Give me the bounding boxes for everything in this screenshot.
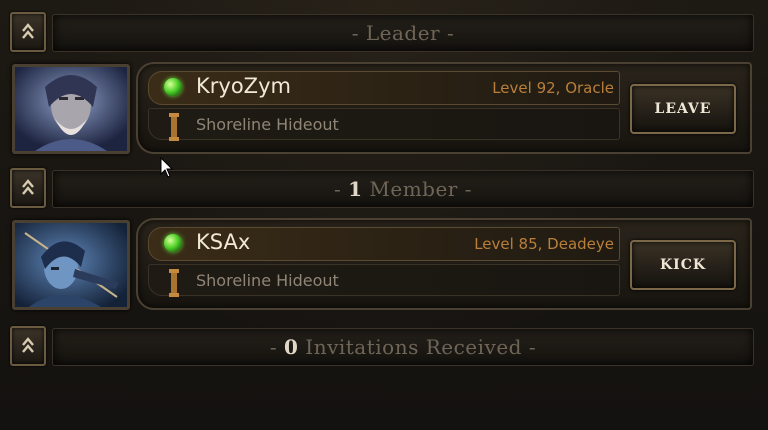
leader-section-header: - Leader - (8, 8, 754, 54)
deadeye-portrait-image (15, 223, 127, 307)
leader-name[interactable]: KryoZym (196, 74, 291, 98)
party-panel: - Leader - KryoZym Level 92, Oracle Shor… (0, 0, 768, 430)
chevron-up-icon (22, 23, 34, 39)
leader-row: KryoZym Level 92, Oracle Shoreline Hideo… (8, 62, 754, 156)
location-badge-icon (169, 269, 179, 297)
leader-portrait[interactable] (12, 64, 130, 154)
collapse-members-button[interactable] (10, 168, 46, 208)
leave-button[interactable]: LEAVE (630, 84, 736, 134)
chevron-up-icon (22, 337, 34, 353)
invitations-section-label: Invitations Received (305, 335, 522, 359)
member-name[interactable]: KSAx (196, 230, 250, 254)
chevron-up-icon (22, 179, 34, 195)
members-section-title: - 1 Member - (52, 170, 754, 208)
leader-section-title: - Leader - (52, 14, 754, 52)
leader-info-card: KryoZym Level 92, Oracle Shoreline Hideo… (136, 62, 752, 154)
invitations-section-header: - 0 Invitations Received - (8, 322, 754, 368)
mouse-cursor-icon (160, 157, 174, 178)
online-status-icon (164, 78, 182, 96)
members-count: 1 (348, 177, 363, 201)
invitations-count: 0 (284, 335, 299, 359)
members-section-label: Member (369, 177, 458, 201)
member-portrait[interactable] (12, 220, 130, 310)
collapse-invitations-button[interactable] (10, 326, 46, 366)
member-info-card: KSAx Level 85, Deadeye Shoreline Hideout… (136, 218, 752, 310)
leader-level-class: Level 92, Oracle (492, 79, 614, 97)
leader-section-label: Leader (365, 21, 441, 45)
location-badge-icon (169, 113, 179, 141)
kick-button[interactable]: KICK (630, 240, 736, 290)
member-row: KSAx Level 85, Deadeye Shoreline Hideout… (8, 218, 754, 312)
collapse-leader-button[interactable] (10, 12, 46, 52)
member-level-class: Level 85, Deadeye (474, 235, 614, 253)
leader-location: Shoreline Hideout (196, 115, 339, 134)
invitations-section-title: - 0 Invitations Received - (52, 328, 754, 366)
online-status-icon (164, 234, 182, 252)
oracle-portrait-image (15, 67, 127, 151)
members-section-header: - 1 Member - (8, 164, 754, 210)
member-location: Shoreline Hideout (196, 271, 339, 290)
